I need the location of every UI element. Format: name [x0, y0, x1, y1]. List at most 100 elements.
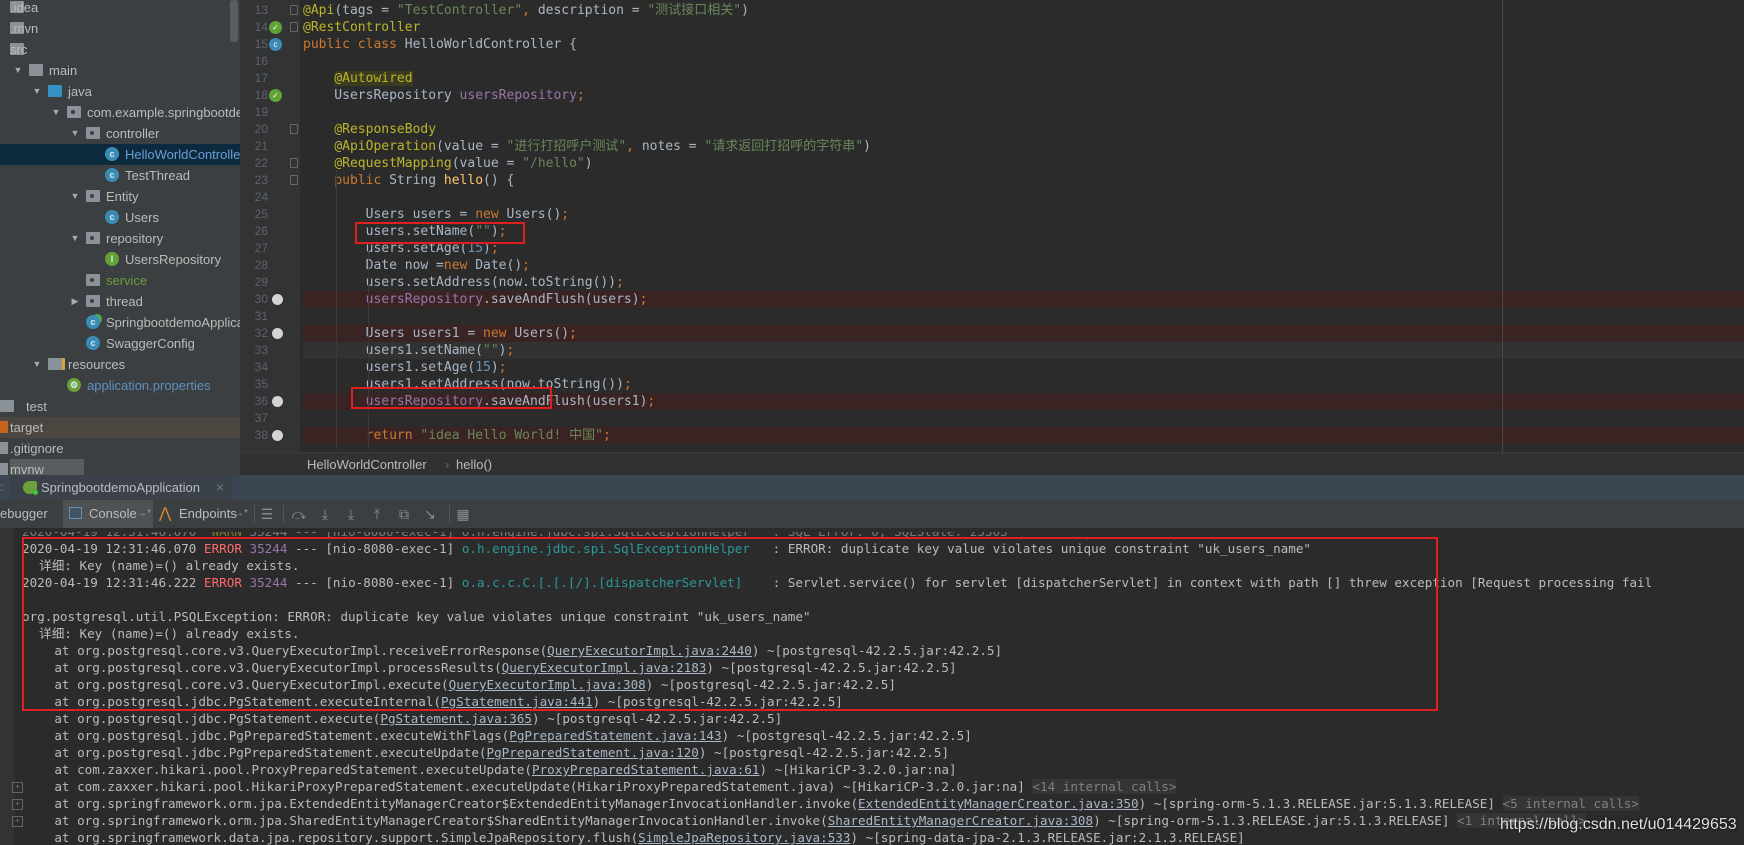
tree-item[interactable]: ▼ controller: [0, 123, 240, 144]
breakpoint-icon[interactable]: [272, 430, 283, 441]
expand-arrow-icon[interactable]: ▼: [51, 102, 61, 123]
collapse-arrow-icon[interactable]: ▶: [70, 291, 80, 312]
gutter-line[interactable]: 17: [240, 70, 300, 87]
tree-item[interactable]: ▼ java: [0, 81, 240, 102]
tree-item[interactable]: src: [0, 39, 240, 60]
source-link[interactable]: ExtendedEntityManagerCreator.java:350: [858, 796, 1139, 811]
source-link[interactable]: PgPreparedStatement.java:120: [487, 745, 699, 760]
gutter-line[interactable]: 36: [240, 393, 300, 410]
gutter-line[interactable]: 20: [240, 121, 300, 138]
source-link[interactable]: PgPreparedStatement.java:143: [509, 728, 721, 743]
expand-internal-calls-icon[interactable]: +: [12, 816, 23, 827]
tree-item[interactable]: ▼ com.example.springbootdemo: [0, 102, 240, 123]
gutter-line[interactable]: 26: [240, 223, 300, 240]
tree-item[interactable]: c HelloWorldController: [0, 144, 240, 165]
internal-calls-fold[interactable]: <5 internal calls>: [1502, 796, 1640, 811]
code-line[interactable]: Users users1 = new Users();: [303, 325, 1744, 342]
gutter-line[interactable]: 38: [240, 427, 300, 444]
tree-item[interactable]: .gitignore: [0, 438, 240, 459]
code-line[interactable]: @RequestMapping(value = "/hello"): [303, 155, 1744, 172]
code-line[interactable]: [303, 53, 1744, 70]
tree-item[interactable]: service: [0, 270, 240, 291]
gutter-line[interactable]: 24: [240, 189, 300, 206]
gutter-line[interactable]: 16: [240, 53, 300, 70]
tree-item[interactable]: ▼ resources: [0, 354, 240, 375]
code-line[interactable]: users1.setAge(15);: [303, 359, 1744, 376]
step-into-icon[interactable]: ⤓: [343, 506, 359, 522]
gutter-line[interactable]: 35: [240, 376, 300, 393]
expand-arrow-icon[interactable]: ▼: [70, 123, 80, 144]
code-line[interactable]: [303, 104, 1744, 121]
step-over-icon[interactable]: ⤓: [317, 506, 333, 522]
tab-console[interactable]: Console →*: [63, 500, 153, 528]
breadcrumb-item-class[interactable]: HelloWorldController: [307, 453, 427, 476]
tree-item[interactable]: ▼ repository: [0, 228, 240, 249]
tab-endpoints[interactable]: ⋀ Endpoints →*: [154, 500, 254, 528]
gutter-line[interactable]: 25: [240, 206, 300, 223]
gutter-line[interactable]: 15 c: [240, 36, 300, 53]
pin-tab-icon[interactable]: →*: [234, 500, 248, 528]
tree-item[interactable]: mvnw: [0, 459, 240, 475]
code-line[interactable]: @Api(tags = "TestController", descriptio…: [303, 2, 1744, 19]
gutter-line[interactable]: 13: [240, 2, 300, 19]
tree-item[interactable]: c SwaggerConfig: [0, 333, 240, 354]
tree-item[interactable]: c Users: [0, 207, 240, 228]
code-line[interactable]: public String hello() {: [303, 172, 1744, 189]
gutter-line[interactable]: 32: [240, 325, 300, 342]
tab-debugger[interactable]: ebugger: [0, 500, 62, 528]
code-line[interactable]: users1.setName("");: [303, 342, 1744, 359]
internal-calls-fold[interactable]: <14 internal calls>: [1032, 779, 1177, 794]
gutter-line[interactable]: 21: [240, 138, 300, 155]
breakpoint-icon[interactable]: [272, 328, 283, 339]
code-line[interactable]: UsersRepository usersRepository;: [303, 87, 1744, 104]
code-line[interactable]: [303, 308, 1744, 325]
code-line[interactable]: @RestController: [303, 19, 1744, 36]
source-link[interactable]: ProxyPreparedStatement.java:61: [532, 762, 759, 777]
gutter-line[interactable]: 34: [240, 359, 300, 376]
sidebar-scrollbar[interactable]: [230, 0, 238, 42]
gutter-line[interactable]: 27: [240, 240, 300, 257]
expand-arrow-icon[interactable]: ▼: [13, 60, 23, 81]
code-line[interactable]: users.setAddress(now.toString());: [303, 274, 1744, 291]
code-editor[interactable]: 13 14 ✓ 15 c 16 17 18 ✓ 19 20 21 22 23 24 25 26 27 28 29 30 3…: [240, 0, 1744, 452]
tree-item[interactable]: I UsersRepository: [0, 249, 240, 270]
gutter-line[interactable]: 14 ✓: [240, 19, 300, 36]
fold-marker-icon[interactable]: [290, 158, 298, 168]
expand-arrow-icon[interactable]: ▼: [70, 228, 80, 249]
code-line[interactable]: @Autowired: [303, 70, 1744, 87]
fold-marker-icon[interactable]: [290, 124, 298, 134]
gutter-line[interactable]: 22: [240, 155, 300, 172]
evaluate-expression-icon[interactable]: ▦: [455, 506, 471, 522]
source-link[interactable]: PgStatement.java:365: [380, 711, 532, 726]
gutter-line[interactable]: 23: [240, 172, 300, 189]
tree-item[interactable]: ▼ main: [0, 60, 240, 81]
code-line[interactable]: usersRepository.saveAndFlush(users);: [303, 291, 1744, 308]
close-tab-icon[interactable]: ×: [216, 475, 224, 500]
tree-item[interactable]: .mvn: [0, 18, 240, 39]
show-execution-point-icon[interactable]: ⤼: [291, 506, 307, 522]
spring-bean-gutter-icon[interactable]: c: [269, 38, 282, 51]
drop-frame-icon[interactable]: ⧉: [396, 506, 412, 522]
expand-internal-calls-icon[interactable]: +: [12, 799, 23, 810]
source-link[interactable]: SharedEntityManagerCreator.java:308: [828, 813, 1093, 828]
fold-marker-icon[interactable]: [290, 5, 298, 15]
breakpoint-icon[interactable]: [272, 396, 283, 407]
gutter-line[interactable]: 30: [240, 291, 300, 308]
gutter-line[interactable]: 19: [240, 104, 300, 121]
expand-arrow-icon[interactable]: ▼: [32, 81, 42, 102]
expand-arrow-icon[interactable]: ▼: [70, 186, 80, 207]
tree-item[interactable]: ▼ Entity: [0, 186, 240, 207]
breakpoint-icon[interactable]: [272, 294, 283, 305]
expand-arrow-icon[interactable]: ▼: [32, 354, 42, 375]
run-tab-springbootdemoapplication[interactable]: SpringbootdemoApplication ×: [10, 475, 232, 500]
code-line[interactable]: public class HelloWorldController {: [303, 36, 1744, 53]
restore-layout-icon[interactable]: ☰: [259, 506, 275, 522]
code-line[interactable]: @ResponseBody: [303, 121, 1744, 138]
code-line[interactable]: [303, 410, 1744, 427]
fold-marker-icon[interactable]: [290, 22, 298, 32]
gutter-line[interactable]: 28: [240, 257, 300, 274]
tree-item[interactable]: c TestThread: [0, 165, 240, 186]
run-to-cursor-icon[interactable]: ↘: [422, 506, 438, 522]
tree-item[interactable]: ▶ thread: [0, 291, 240, 312]
step-out-icon[interactable]: ⤒: [369, 506, 385, 522]
